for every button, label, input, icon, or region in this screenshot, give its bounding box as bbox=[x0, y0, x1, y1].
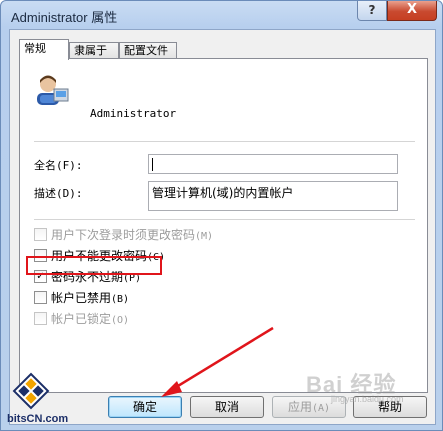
checkbox-label: 用户下次登录时须更改密码(M) bbox=[51, 227, 214, 242]
separator bbox=[34, 141, 415, 142]
description-label: 描述(D): bbox=[34, 187, 83, 200]
checkbox-account-disabled[interactable]: 帐户已禁用(B) bbox=[34, 289, 129, 305]
user-icon bbox=[37, 75, 69, 105]
checkbox-label: 帐户已锁定(O) bbox=[51, 311, 130, 326]
highlight-box bbox=[26, 256, 162, 275]
window-title: Administrator 属性 bbox=[11, 10, 118, 25]
separator bbox=[34, 219, 415, 220]
tab-member-of[interactable]: 隶属于 bbox=[69, 42, 119, 59]
checkbox-box[interactable] bbox=[34, 227, 47, 241]
ok-button[interactable]: 确定 bbox=[108, 396, 182, 418]
fullname-field[interactable] bbox=[148, 154, 398, 174]
watermark-subtext: jingyan.baidu.com bbox=[331, 394, 404, 404]
fullname-label: 全名(F): bbox=[34, 159, 83, 172]
checkbox-must-change-password[interactable]: 用户下次登录时须更改密码(M) bbox=[34, 226, 213, 242]
close-button[interactable]: X bbox=[387, 1, 437, 21]
description-field[interactable]: 管理计算机(域)的内置帐户 bbox=[148, 181, 398, 211]
checkbox-box[interactable] bbox=[34, 290, 47, 304]
properties-window: Administrator 属性 ? X 常规 隶属于 配置文件 Adminis… bbox=[0, 0, 443, 431]
cancel-button[interactable]: 取消 bbox=[190, 396, 264, 418]
tab-general[interactable]: 常规 bbox=[19, 39, 69, 60]
checkbox-label: 帐户已禁用(B) bbox=[51, 290, 130, 305]
general-panel: Administrator 全名(F): 描述(D): 管理计算机(域)的内置帐… bbox=[19, 58, 428, 393]
logo-text: bitsCN.com bbox=[7, 413, 69, 425]
username-label: Administrator bbox=[90, 107, 177, 120]
dialog-client-area: 常规 隶属于 配置文件 Administrator 全名(F): 描述(D): … bbox=[9, 29, 436, 425]
text-cursor bbox=[152, 158, 153, 171]
tab-profile[interactable]: 配置文件 bbox=[119, 42, 177, 59]
checkbox-account-locked[interactable]: 帐户已锁定(O) bbox=[34, 310, 129, 326]
help-title-button[interactable]: ? bbox=[357, 1, 387, 21]
checkbox-box[interactable] bbox=[34, 311, 47, 325]
description-value: 管理计算机(域)的内置帐户 bbox=[152, 186, 294, 200]
